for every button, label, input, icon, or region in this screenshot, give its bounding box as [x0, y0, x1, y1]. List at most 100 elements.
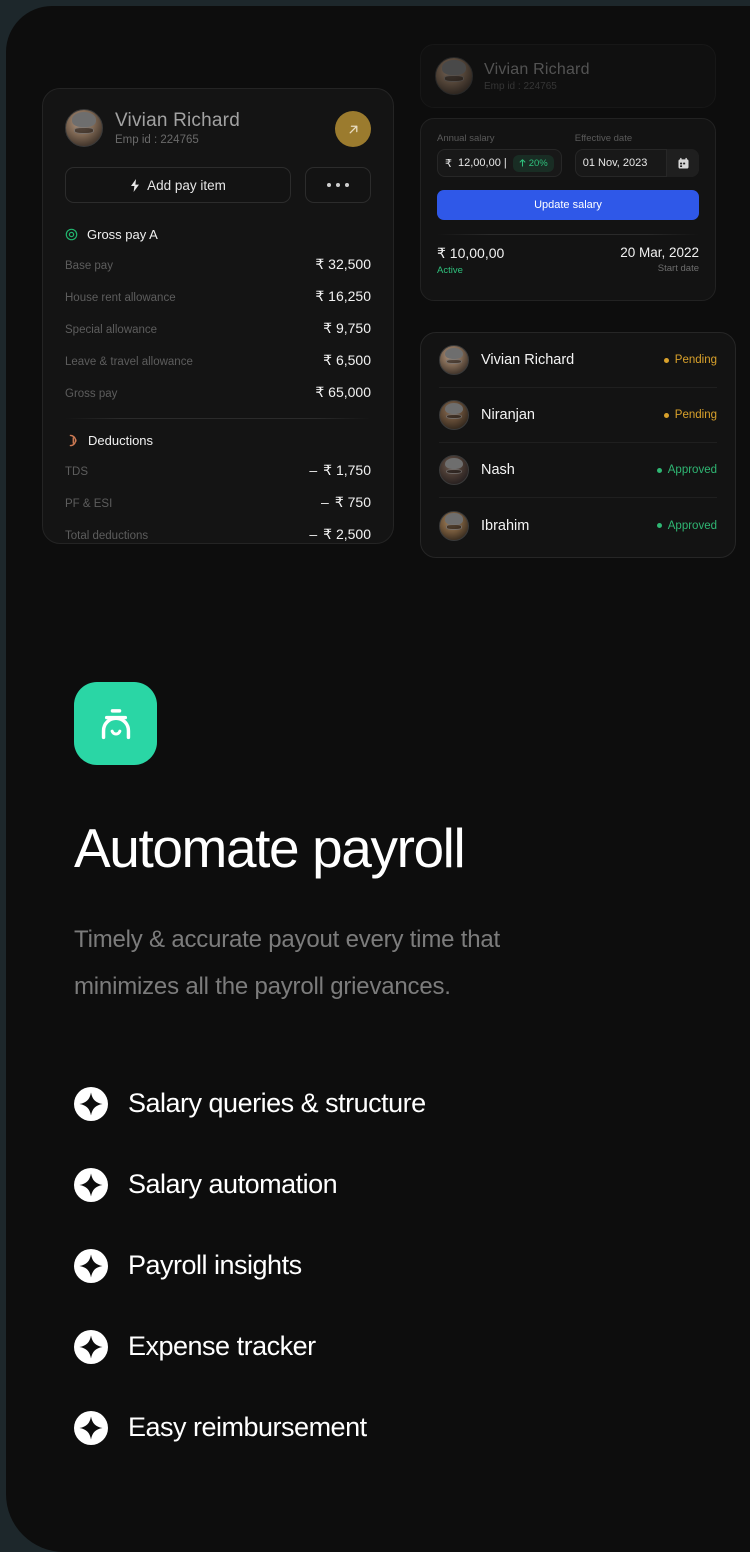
- effective-date-value: 01 Nov, 2023: [582, 157, 648, 169]
- deductions-section-header: Deductions: [65, 433, 371, 448]
- pay-label: Base pay: [65, 260, 113, 272]
- salary-change-badge: 20%: [512, 154, 554, 172]
- pay-label: Special allowance: [65, 324, 158, 336]
- deduction-rows: TDS – ₹ 1,750 PF & ESI – ₹ 750 Total deduc…: [65, 454, 371, 550]
- status-label: Approved: [667, 519, 717, 532]
- employee-header: Vivian Richard Emp id : 224765: [65, 109, 371, 147]
- pay-label: Total deductions: [65, 530, 149, 542]
- list-item[interactable]: Ibrahim Approved: [439, 498, 717, 553]
- status-dot: [656, 523, 662, 528]
- list-item[interactable]: Niranjan Pending: [439, 388, 717, 443]
- status-label: Approved: [667, 464, 717, 476]
- status-dot: [663, 412, 669, 418]
- gross-pay-title: Gross pay A: [87, 227, 158, 242]
- avatar: [65, 109, 103, 147]
- employee-summary-card: Vivian Richard Emp id : 224765: [420, 44, 716, 108]
- employee-name: Vivian Richard: [115, 110, 240, 131]
- calendar-icon[interactable]: [666, 149, 699, 177]
- pay-label: PF & ESI: [65, 498, 113, 510]
- pay-value: ₹ 65,000: [315, 384, 371, 400]
- sparkle-icon: [74, 1248, 108, 1283]
- approval-name: Niranjan: [481, 407, 535, 423]
- status-dot: [663, 357, 669, 363]
- deductions-title: Deductions: [88, 433, 154, 448]
- employee-id: Emp id : 224765: [115, 134, 199, 146]
- approval-name: Vivian Richard: [481, 352, 575, 368]
- current-salary-amount: ₹ 10,00,00: [437, 245, 505, 261]
- table-row: PF & ESI – ₹ 750: [65, 486, 371, 518]
- open-arrow-icon[interactable]: [335, 111, 371, 147]
- status-badge: Pending: [663, 409, 717, 421]
- deduction-arc-icon: [69, 434, 77, 447]
- currency-symbol: ₹: [445, 157, 452, 170]
- sparkle-icon: [74, 1410, 108, 1445]
- status-badge: Approved: [656, 519, 717, 532]
- table-row: Base pay ₹ 32,500: [65, 248, 371, 280]
- status-label: Pending: [674, 409, 717, 421]
- feature-label: Easy reimbursement: [128, 1412, 367, 1442]
- list-item: Payroll insights: [74, 1225, 674, 1306]
- pay-value: – ₹ 2,500: [309, 526, 371, 543]
- more-options-button[interactable]: [305, 167, 371, 203]
- amount: ₹ 750: [334, 494, 371, 510]
- minus-sign: –: [321, 494, 329, 510]
- pay-value: ₹ 32,500: [315, 256, 371, 272]
- avatar: [439, 455, 469, 485]
- update-salary-button[interactable]: Update salary: [437, 190, 699, 220]
- feature-list: Salary queries & structure Salary automa…: [74, 1063, 674, 1468]
- employee-id: Emp id : 224765: [484, 80, 557, 92]
- divider: [437, 234, 699, 235]
- bolt-icon: [131, 178, 140, 192]
- table-row: Special allowance ₹ 9,750: [65, 312, 371, 344]
- sparkle-icon: [74, 1167, 108, 1202]
- calendar-glyph: [677, 157, 689, 169]
- status-label: Pending: [674, 354, 717, 366]
- add-pay-item-button[interactable]: Add pay item: [65, 167, 291, 203]
- pay-label: Leave & travel allowance: [65, 356, 193, 368]
- pay-label: Gross pay: [65, 388, 118, 400]
- list-item[interactable]: Nash Approved: [439, 443, 717, 498]
- annual-salary-field: Annual salary ₹ 12,00,00 | 20%: [437, 133, 562, 177]
- pay-label: TDS: [65, 466, 88, 478]
- approval-name: Nash: [481, 462, 515, 478]
- status-badge: Approved: [656, 464, 717, 476]
- pay-value: ₹ 16,250: [315, 288, 371, 304]
- avatar: [439, 345, 469, 375]
- pay-value: – ₹ 750: [321, 494, 371, 511]
- feature-label: Salary queries & structure: [128, 1088, 426, 1118]
- status-badge: Active: [437, 265, 463, 276]
- section-divider: [65, 418, 371, 419]
- page-title: Automate payroll: [74, 817, 466, 879]
- arrow-up-icon: [519, 159, 526, 167]
- pay-value: ₹ 9,750: [323, 320, 371, 336]
- amount: ₹ 1,750: [323, 462, 371, 478]
- ellipsis-dot: [336, 183, 340, 187]
- feature-label: Payroll insights: [128, 1250, 302, 1280]
- salary-update-card: Annual salary ₹ 12,00,00 | 20% Effective…: [420, 118, 716, 301]
- salary-fields: Annual salary ₹ 12,00,00 | 20% Effective…: [437, 133, 699, 177]
- list-item[interactable]: Vivian Richard Pending: [439, 333, 717, 388]
- sparkle-icon: [74, 1329, 108, 1364]
- feature-label: Expense tracker: [128, 1331, 316, 1361]
- effective-date-field: Effective date 01 Nov, 2023: [574, 133, 699, 177]
- feature-label: Salary automation: [128, 1169, 338, 1199]
- arrow-up-right-glyph: [349, 125, 357, 133]
- minus-sign: –: [309, 526, 318, 542]
- avatar: [439, 510, 469, 541]
- start-date-value: 20 Mar, 2022: [620, 245, 699, 260]
- pay-value: – ₹ 1,750: [309, 462, 371, 479]
- effective-date-input[interactable]: 01 Nov, 2023: [574, 149, 699, 177]
- effective-date-label: Effective date: [574, 133, 633, 144]
- gross-pay-rows: Base pay ₹ 32,500 House rent allowance ₹…: [65, 248, 371, 408]
- minus-sign: –: [309, 462, 318, 478]
- annual-salary-input[interactable]: ₹ 12,00,00 | 20%: [437, 149, 562, 177]
- ellipsis-dot: [327, 183, 331, 187]
- table-row: Leave & travel allowance ₹ 6,500: [65, 344, 371, 376]
- annual-salary-value: 12,00,00 |: [458, 157, 507, 169]
- target-ring-icon: [65, 228, 78, 241]
- ellipsis-dot: [345, 183, 349, 187]
- pay-value: ₹ 6,500: [323, 352, 371, 368]
- table-row: Gross pay ₹ 65,000: [65, 376, 371, 408]
- approvals-list: Vivian Richard Pending Niranjan Pending …: [420, 332, 736, 558]
- list-item: Easy reimbursement: [74, 1387, 674, 1468]
